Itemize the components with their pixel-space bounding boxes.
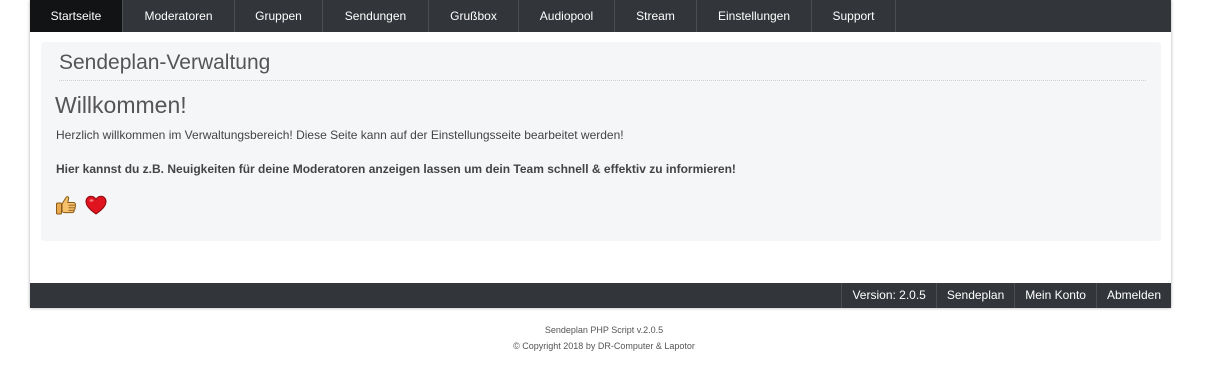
top-navigation: Startseite Moderatoren Gruppen Sendungen… [30,0,1171,32]
my-account-link[interactable]: Mein Konto [1014,283,1096,308]
footer-bar: Version: 2.0.5 Sendeplan Mein Konto Abme… [30,283,1171,308]
sendeplan-link[interactable]: Sendeplan [935,283,1014,308]
nav-item-moderatoren[interactable]: Moderatoren [123,0,235,32]
nav-item-sendungen[interactable]: Sendungen [323,0,429,32]
copyright-line: © Copyright 2018 by DR-Computer & Lapoto… [513,341,695,351]
nav-item-grussbox[interactable]: Grußbox [429,0,519,32]
copyright-script-line: Sendeplan PHP Script v.2.0.5 [544,325,664,335]
intro-text: Herzlich willkommen im Verwaltungsbereic… [56,128,624,142]
nav-item-startseite[interactable]: Startseite [30,0,123,32]
thumbs-up-icon [55,194,77,218]
version-label: Version: 2.0.5 [841,283,935,308]
nav-item-einstellungen[interactable]: Einstellungen [697,0,812,32]
emoji-row [55,194,107,218]
welcome-heading: Willkommen! [55,92,187,118]
nav-item-gruppen[interactable]: Gruppen [235,0,323,32]
app-frame: Startseite Moderatoren Gruppen Sendungen… [30,0,1171,308]
nav-item-audiopool[interactable]: Audiopool [519,0,615,32]
highlight-text: Hier kannst du z.B. Neuigkeiten für dein… [56,162,736,176]
panel-title: Sendeplan-Verwaltung [59,50,1146,81]
nav-item-support[interactable]: Support [812,0,896,32]
heart-icon [85,194,107,218]
logout-link[interactable]: Abmelden [1095,283,1171,308]
nav-item-stream[interactable]: Stream [615,0,697,32]
welcome-panel: Sendeplan-Verwaltung Willkommen! Herzlic… [41,42,1161,241]
